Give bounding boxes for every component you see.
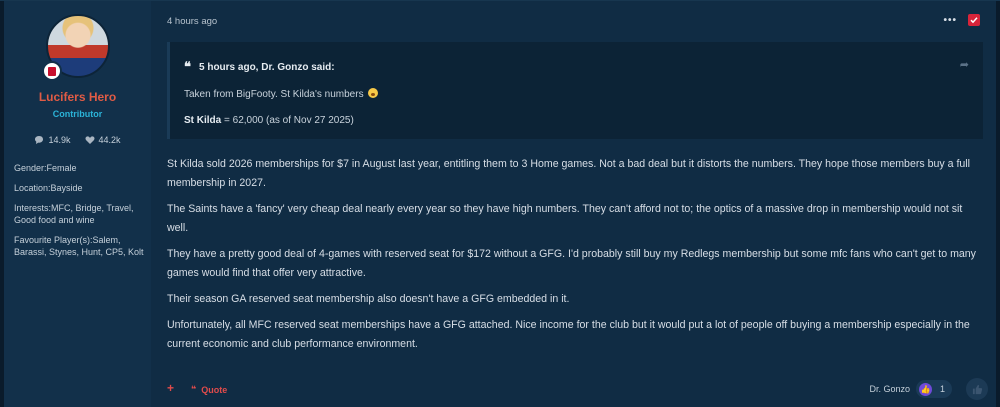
user-info-column: Lucifers Hero Contributor 14.9k 44.2k Ge…: [4, 1, 151, 407]
quote-text-line1: Taken from BigFooty. St Kilda's numbers: [184, 88, 379, 100]
post-body: St Kilda sold 2026 memberships for $7 in…: [167, 155, 979, 361]
user-stats: 14.9k 44.2k: [4, 135, 151, 145]
post-main: 4 hours ago ••• ❝ 5 hours ago, Dr. Gonzo…: [151, 1, 996, 407]
speech-bubble-icon: [35, 136, 44, 144]
reaction-user[interactable]: Dr. Gonzo: [869, 384, 910, 394]
field-interests: Interests:MFC, Bridge, Travel, Good food…: [14, 203, 134, 225]
quote-block: ❝ 5 hours ago, Dr. Gonzo said: ➦ Taken f…: [167, 42, 983, 139]
quote-button[interactable]: ❝ Quote: [191, 384, 227, 395]
quote-button-label: Quote: [201, 384, 228, 395]
quote-mark-icon: ❝: [184, 60, 191, 75]
field-favourite-players: Favourite Player(s):Salem, Barassi, Styn…: [14, 235, 144, 257]
thumbs-up-reaction-icon: 👍: [919, 382, 932, 396]
like-button[interactable]: [966, 378, 988, 400]
post-timestamp[interactable]: 4 hours ago: [167, 16, 217, 27]
post-paragraph: Their season GA reserved seat membership…: [167, 293, 570, 305]
username[interactable]: Lucifers Hero: [4, 90, 151, 104]
posts-stat: 14.9k: [34, 135, 71, 145]
more-options-icon[interactable]: •••: [943, 15, 957, 26]
multi-quote-button[interactable]: +: [167, 381, 174, 395]
post-paragraph: St Kilda sold 2026 memberships for $7 in…: [167, 158, 971, 189]
reaction-count: 1: [940, 384, 946, 394]
quote-rest-text: = 62,000 (as of Nov 27 2025): [221, 115, 354, 126]
checkmark-icon: [970, 17, 978, 24]
field-location: Location:Bayside: [14, 183, 83, 193]
thumbs-up-icon: [972, 384, 982, 394]
club-badge-icon: [42, 61, 62, 81]
reaction-summary[interactable]: 👍 1: [916, 380, 952, 398]
user-fields: Gender:Female Location:Bayside Interests…: [14, 162, 146, 266]
post-container: Lucifers Hero Contributor 14.9k 44.2k Ge…: [0, 0, 1000, 407]
posts-count: 14.9k: [48, 135, 71, 145]
goto-quoted-post-icon[interactable]: ➦: [960, 58, 969, 71]
select-checkbox[interactable]: [968, 14, 980, 26]
quote-text: Taken from BigFooty. St Kilda's numbers: [184, 89, 364, 100]
quote-text-line2: St Kilda = 62,000 (as of Nov 27 2025): [184, 115, 354, 126]
post-paragraph: The Saints have a 'fancy' very cheap dea…: [167, 203, 963, 234]
field-gender: Gender:Female: [14, 163, 77, 173]
quote-bold-text: St Kilda: [184, 115, 222, 126]
post-paragraph: Unfortunately, all MFC reserved seat mem…: [167, 319, 970, 350]
right-border: [996, 1, 1000, 407]
reactions-count: 44.2k: [98, 135, 121, 145]
heart-icon: [85, 136, 94, 144]
quote-icon: ❝: [191, 384, 197, 394]
quote-header: ❝ 5 hours ago, Dr. Gonzo said:: [184, 60, 335, 75]
quote-attribution: 5 hours ago, Dr. Gonzo said:: [199, 62, 335, 73]
astonished-emoji-icon: [368, 88, 379, 98]
user-title: Contributor: [52, 109, 103, 119]
post-paragraph: They have a pretty good deal of 4-games …: [167, 248, 976, 279]
reactions-stat: 44.2k: [85, 135, 121, 145]
